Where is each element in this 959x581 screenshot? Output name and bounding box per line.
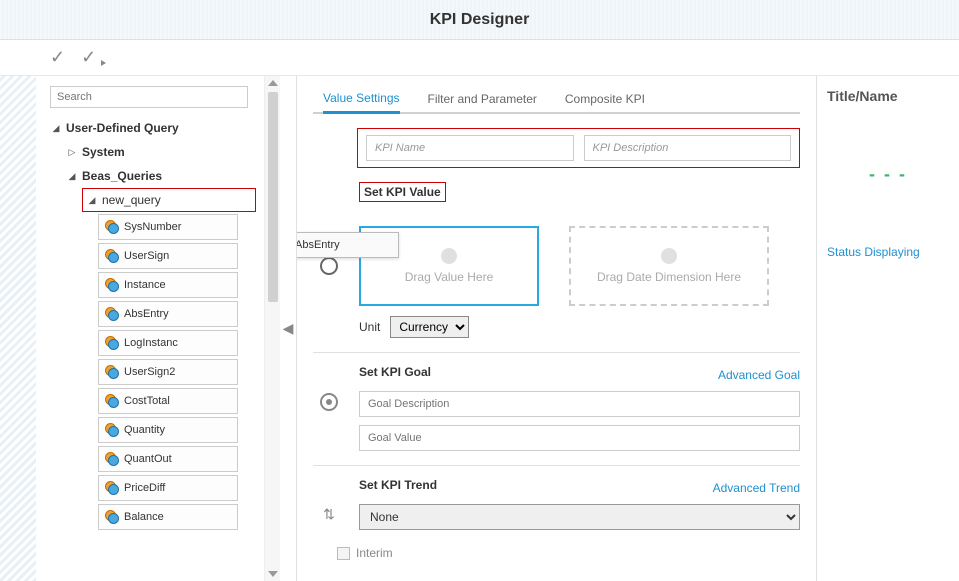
field-item[interactable]: PriceDiff — [98, 475, 238, 501]
field-icon — [105, 481, 119, 495]
confirm-next-icon[interactable]: ✓ — [81, 47, 96, 68]
tab-composite-kpi[interactable]: Composite KPI — [565, 92, 645, 112]
scrollbar-thumb[interactable] — [268, 92, 278, 302]
app-title: KPI Designer — [0, 0, 959, 40]
unit-label: Unit — [359, 320, 380, 334]
search-input[interactable] — [50, 86, 248, 108]
field-list: SysNumber UserSign Instance AbsEntry Log… — [98, 214, 256, 530]
confirm-icon[interactable]: ✓ — [50, 47, 65, 68]
field-item[interactable]: Quantity — [98, 417, 238, 443]
field-item[interactable]: UserSign — [98, 243, 238, 269]
field-icon — [105, 249, 119, 263]
chevron-down-icon: ◢ — [66, 170, 78, 182]
field-item[interactable]: AbsEntry — [98, 301, 238, 327]
interim-label: Interim — [356, 546, 393, 560]
field-item[interactable]: QuantOut — [98, 446, 238, 472]
divider — [313, 465, 800, 466]
tree-new-query[interactable]: ◢ new_query — [82, 188, 256, 212]
field-icon — [105, 394, 119, 408]
advanced-trend-link[interactable]: Advanced Trend — [713, 481, 800, 495]
goal-value-input[interactable] — [359, 425, 800, 451]
query-tree: ◢ User-Defined Query ▷ System ◢ Beas_Que… — [50, 116, 256, 530]
tab-filter-parameter[interactable]: Filter and Parameter — [428, 92, 537, 112]
arrows-icon — [313, 506, 345, 523]
tree-system[interactable]: ▷ System — [66, 140, 256, 164]
chevron-left-icon: ◀ — [283, 320, 294, 337]
unit-select[interactable]: Currency — [390, 316, 469, 338]
preview-panel: Title/Name - - - Status Displaying — [817, 76, 959, 581]
field-item[interactable]: UserSign2 — [98, 359, 238, 385]
preview-value-placeholder: - - - — [827, 164, 949, 185]
target-icon — [313, 393, 345, 411]
tree-root[interactable]: ◢ User-Defined Query — [50, 116, 256, 140]
kpi-name-input[interactable] — [366, 135, 574, 161]
field-icon — [105, 510, 119, 524]
tree-root-label: User-Defined Query — [66, 121, 179, 135]
tree-beas-label: Beas_Queries — [82, 169, 162, 183]
chevron-down-icon: ◢ — [50, 122, 62, 134]
drop-date-label: Drag Date Dimension Here — [597, 270, 741, 284]
tree-new-query-label: new_query — [102, 193, 161, 207]
field-icon — [105, 336, 119, 350]
set-kpi-value-label: Set KPI Value — [359, 182, 446, 202]
divider — [313, 352, 800, 353]
field-icon — [105, 452, 119, 466]
tab-value-settings[interactable]: Value Settings — [323, 91, 400, 114]
field-item[interactable]: Balance — [98, 504, 238, 530]
field-item[interactable]: LogInstanc — [98, 330, 238, 356]
field-item[interactable]: CostTotal — [98, 388, 238, 414]
drop-value-label: Drag Value Here — [405, 270, 494, 284]
dragging-field-label: AbsEntry — [296, 239, 340, 251]
drop-zone-date[interactable]: Drag Date Dimension Here — [569, 226, 769, 306]
interim-checkbox[interactable] — [337, 547, 350, 560]
dragging-field-chip[interactable]: AbsEntry — [296, 232, 399, 258]
toolbar: ✓ ✓ — [0, 40, 959, 76]
field-icon — [105, 423, 119, 437]
scrollbar[interactable] — [264, 76, 280, 581]
kpi-description-input[interactable] — [584, 135, 792, 161]
center-panel: Value Settings Filter and Parameter Comp… — [296, 76, 817, 581]
goal-description-input[interactable] — [359, 391, 800, 417]
calendar-icon — [661, 248, 677, 264]
tree-beas[interactable]: ◢ Beas_Queries — [66, 164, 256, 188]
collapse-handle[interactable]: ◀ — [280, 76, 296, 581]
chevron-down-icon: ◢ — [86, 194, 98, 206]
field-icon — [105, 278, 119, 292]
tree-system-label: System — [82, 145, 125, 159]
set-kpi-trend-label: Set KPI Trend — [359, 478, 437, 492]
set-kpi-goal-label: Set KPI Goal — [359, 365, 431, 379]
tab-bar: Value Settings Filter and Parameter Comp… — [313, 86, 800, 114]
kpi-name-row — [357, 128, 800, 168]
status-displaying-link[interactable]: Status Displaying — [827, 245, 949, 259]
field-icon — [105, 220, 119, 234]
preview-title: Title/Name — [827, 88, 949, 104]
field-item[interactable]: SysNumber — [98, 214, 238, 240]
field-item[interactable]: Instance — [98, 272, 238, 298]
field-icon — [105, 307, 119, 321]
measure-icon — [441, 248, 457, 264]
sidebar: ◢ User-Defined Query ▷ System ◢ Beas_Que… — [0, 76, 264, 581]
trend-select[interactable]: None — [359, 504, 800, 530]
field-icon — [105, 365, 119, 379]
advanced-goal-link[interactable]: Advanced Goal — [718, 368, 800, 382]
chevron-right-icon: ▷ — [66, 146, 78, 158]
